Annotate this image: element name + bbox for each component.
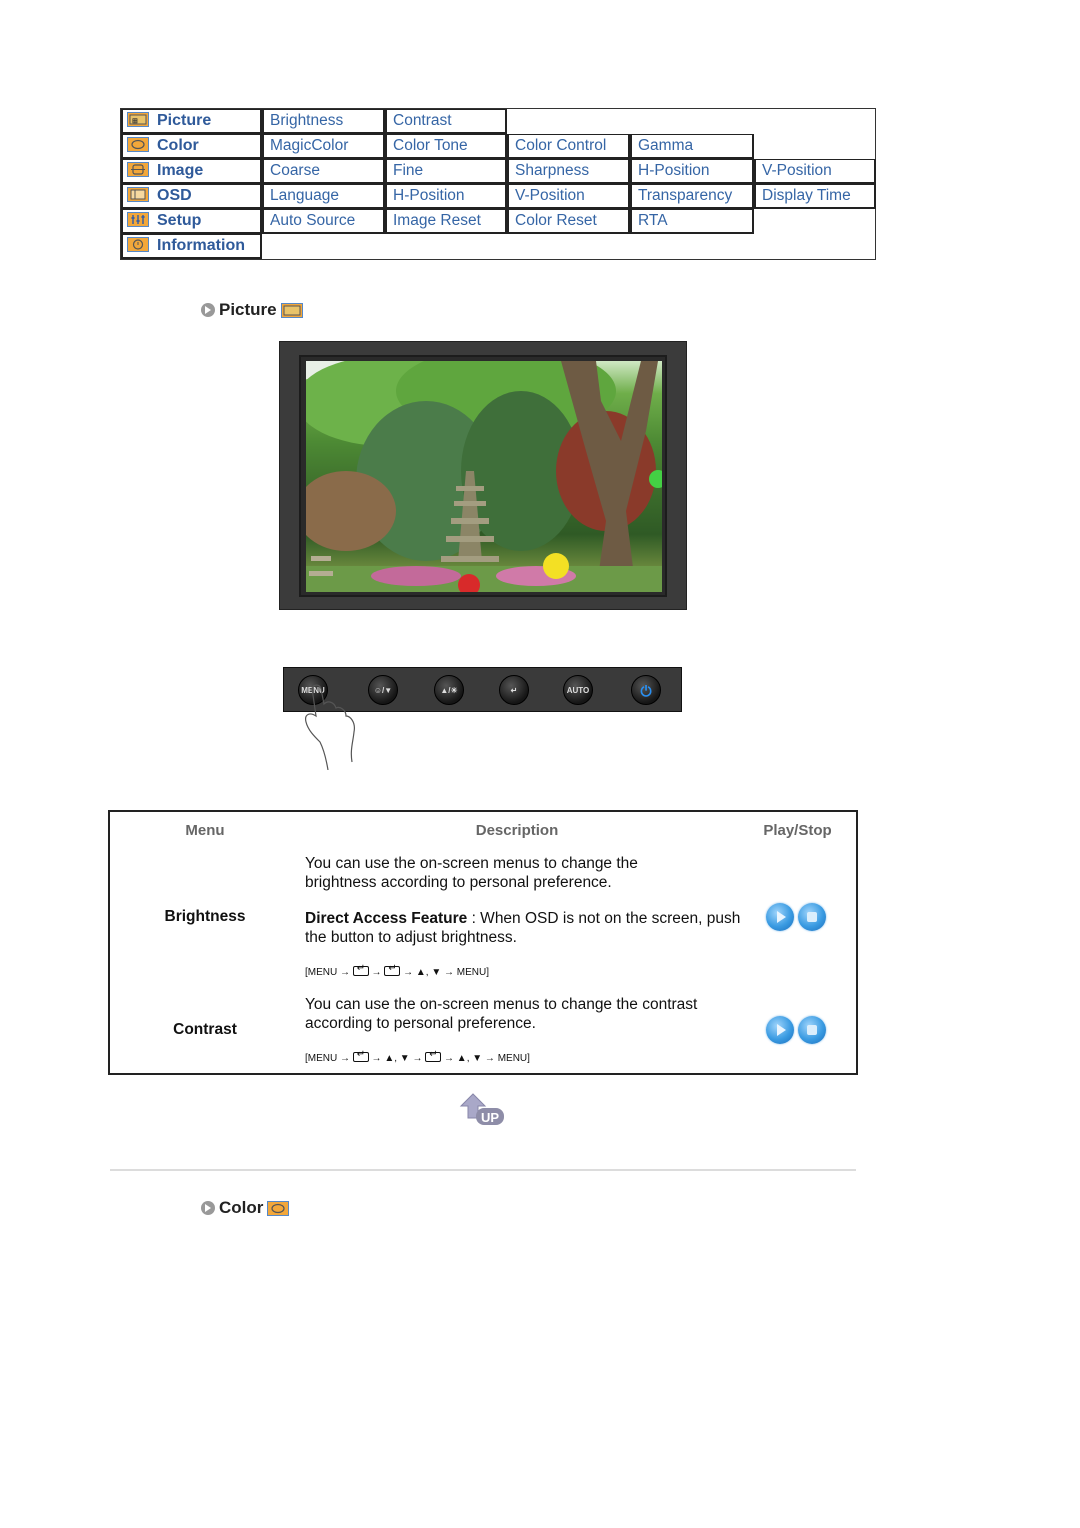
description-contrast: You can use the on-screen menus to chang…: [305, 996, 698, 1032]
contrast-play-stop: [766, 1016, 826, 1044]
menu-item-display-time[interactable]: Display Time: [754, 184, 876, 209]
magicbright-down-button[interactable]: ☺/▼: [368, 675, 398, 705]
menu-path-contrast: [MENU → → ▲, ▼ → → ▲, ▼ → MENU]: [305, 1049, 530, 1064]
power-icon: ⏻: [640, 683, 652, 699]
play-button[interactable]: [766, 903, 794, 931]
enter-key-icon: [352, 1049, 369, 1062]
header-menu: Menu: [185, 822, 225, 839]
menu-item-osd-h-position[interactable]: H-Position: [385, 184, 507, 209]
up-label: UP: [481, 1110, 499, 1125]
menu-setup[interactable]: Setup: [121, 209, 262, 234]
menu-name-brightness: Brightness: [164, 908, 246, 925]
menu-color[interactable]: Color: [121, 134, 262, 159]
menu-picture[interactable]: ⊞ Picture: [121, 109, 262, 134]
menu-item-image-reset[interactable]: Image Reset: [385, 209, 507, 234]
picture-icon: ⊞: [127, 111, 149, 127]
menu-image[interactable]: Image: [121, 159, 262, 184]
stop-button[interactable]: [798, 1016, 826, 1044]
monitor-bezel: [299, 355, 667, 597]
description-brightness: You can use the on-screen menus to chang…: [305, 855, 638, 891]
menu-item-contrast[interactable]: Contrast: [385, 109, 507, 134]
enter-key-icon: [384, 963, 401, 976]
pointing-hand-icon: [305, 684, 355, 770]
menu-item-transparency[interactable]: Transparency: [630, 184, 754, 209]
menu-item-fine[interactable]: Fine: [385, 159, 507, 184]
enter-icon: ↵: [510, 686, 518, 695]
monitor-screen-image: [279, 341, 687, 610]
menu-item-auto-source[interactable]: Auto Source: [262, 209, 385, 234]
auto-icon: AUTO: [566, 686, 590, 695]
svg-text:⊞: ⊞: [132, 118, 138, 125]
menu-item-image-h-position[interactable]: H-Position: [630, 159, 754, 184]
menu-item-coarse[interactable]: Coarse: [262, 159, 385, 184]
menu-path-brightness: [MENU → → → ▲, ▼ → MENU]: [305, 963, 489, 978]
arrow-bullet-icon: [201, 1201, 215, 1215]
magicbright-down-icon: ☺/▼: [373, 686, 393, 695]
menu-item-osd-v-position[interactable]: V-Position: [507, 184, 630, 209]
osd-icon: [127, 186, 149, 202]
garden-pagoda-photo: [306, 361, 662, 592]
up-brightness-icon: ▲/☀: [440, 686, 458, 695]
menu-item-brightness[interactable]: Brightness: [262, 109, 385, 134]
menu-item-image-v-position[interactable]: V-Position: [754, 159, 876, 184]
arrow-bullet-icon: [201, 303, 215, 317]
auto-button[interactable]: AUTO: [563, 675, 593, 705]
power-button[interactable]: ⏻: [631, 675, 661, 705]
description-table: Menu Description Play/Stop Brightness Yo…: [108, 810, 858, 1075]
color-icon: [127, 136, 149, 152]
menu-item-color-control[interactable]: Color Control: [507, 134, 630, 159]
header-play-stop: Play/Stop: [763, 822, 832, 839]
picture-icon: [280, 302, 303, 318]
header-description: Description: [475, 822, 559, 839]
menu-item-language[interactable]: Language: [262, 184, 385, 209]
enter-key-icon: [352, 963, 369, 976]
section-title-color: Color: [201, 1198, 290, 1218]
menu-osd[interactable]: OSD: [121, 184, 262, 209]
setup-icon: [127, 211, 149, 227]
direct-access-label: Direct Access Feature: [305, 910, 468, 927]
menu-item-magiccolor[interactable]: MagicColor: [262, 134, 385, 159]
menu-item-sharpness[interactable]: Sharpness: [507, 159, 630, 184]
section-divider: [110, 1169, 856, 1171]
up-brightness-button[interactable]: ▲/☀: [434, 675, 464, 705]
image-icon: [127, 161, 149, 177]
enter-button[interactable]: ↵: [499, 675, 529, 705]
information-icon: [127, 236, 149, 252]
menu-item-color-reset[interactable]: Color Reset: [507, 209, 630, 234]
up-arrow-icon[interactable]: UP: [459, 1092, 507, 1128]
menu-item-gamma[interactable]: Gamma: [630, 134, 754, 159]
menu-map-table: ⊞ Picture Color Image OSD Setup Informati…: [120, 108, 876, 260]
section-title-picture: Picture: [201, 300, 303, 320]
brightness-play-stop: [766, 903, 826, 931]
enter-key-icon: [425, 1049, 442, 1062]
play-button[interactable]: [766, 1016, 794, 1044]
menu-information[interactable]: Information: [121, 234, 262, 259]
direct-access-brightness: Direct Access Feature : When OSD is not …: [305, 910, 745, 947]
menu-item-rta[interactable]: RTA: [630, 209, 754, 234]
menu-name-contrast: Contrast: [173, 1021, 237, 1038]
stop-button[interactable]: [798, 903, 826, 931]
menu-item-color-tone[interactable]: Color Tone: [385, 134, 507, 159]
color-icon: [267, 1200, 290, 1216]
